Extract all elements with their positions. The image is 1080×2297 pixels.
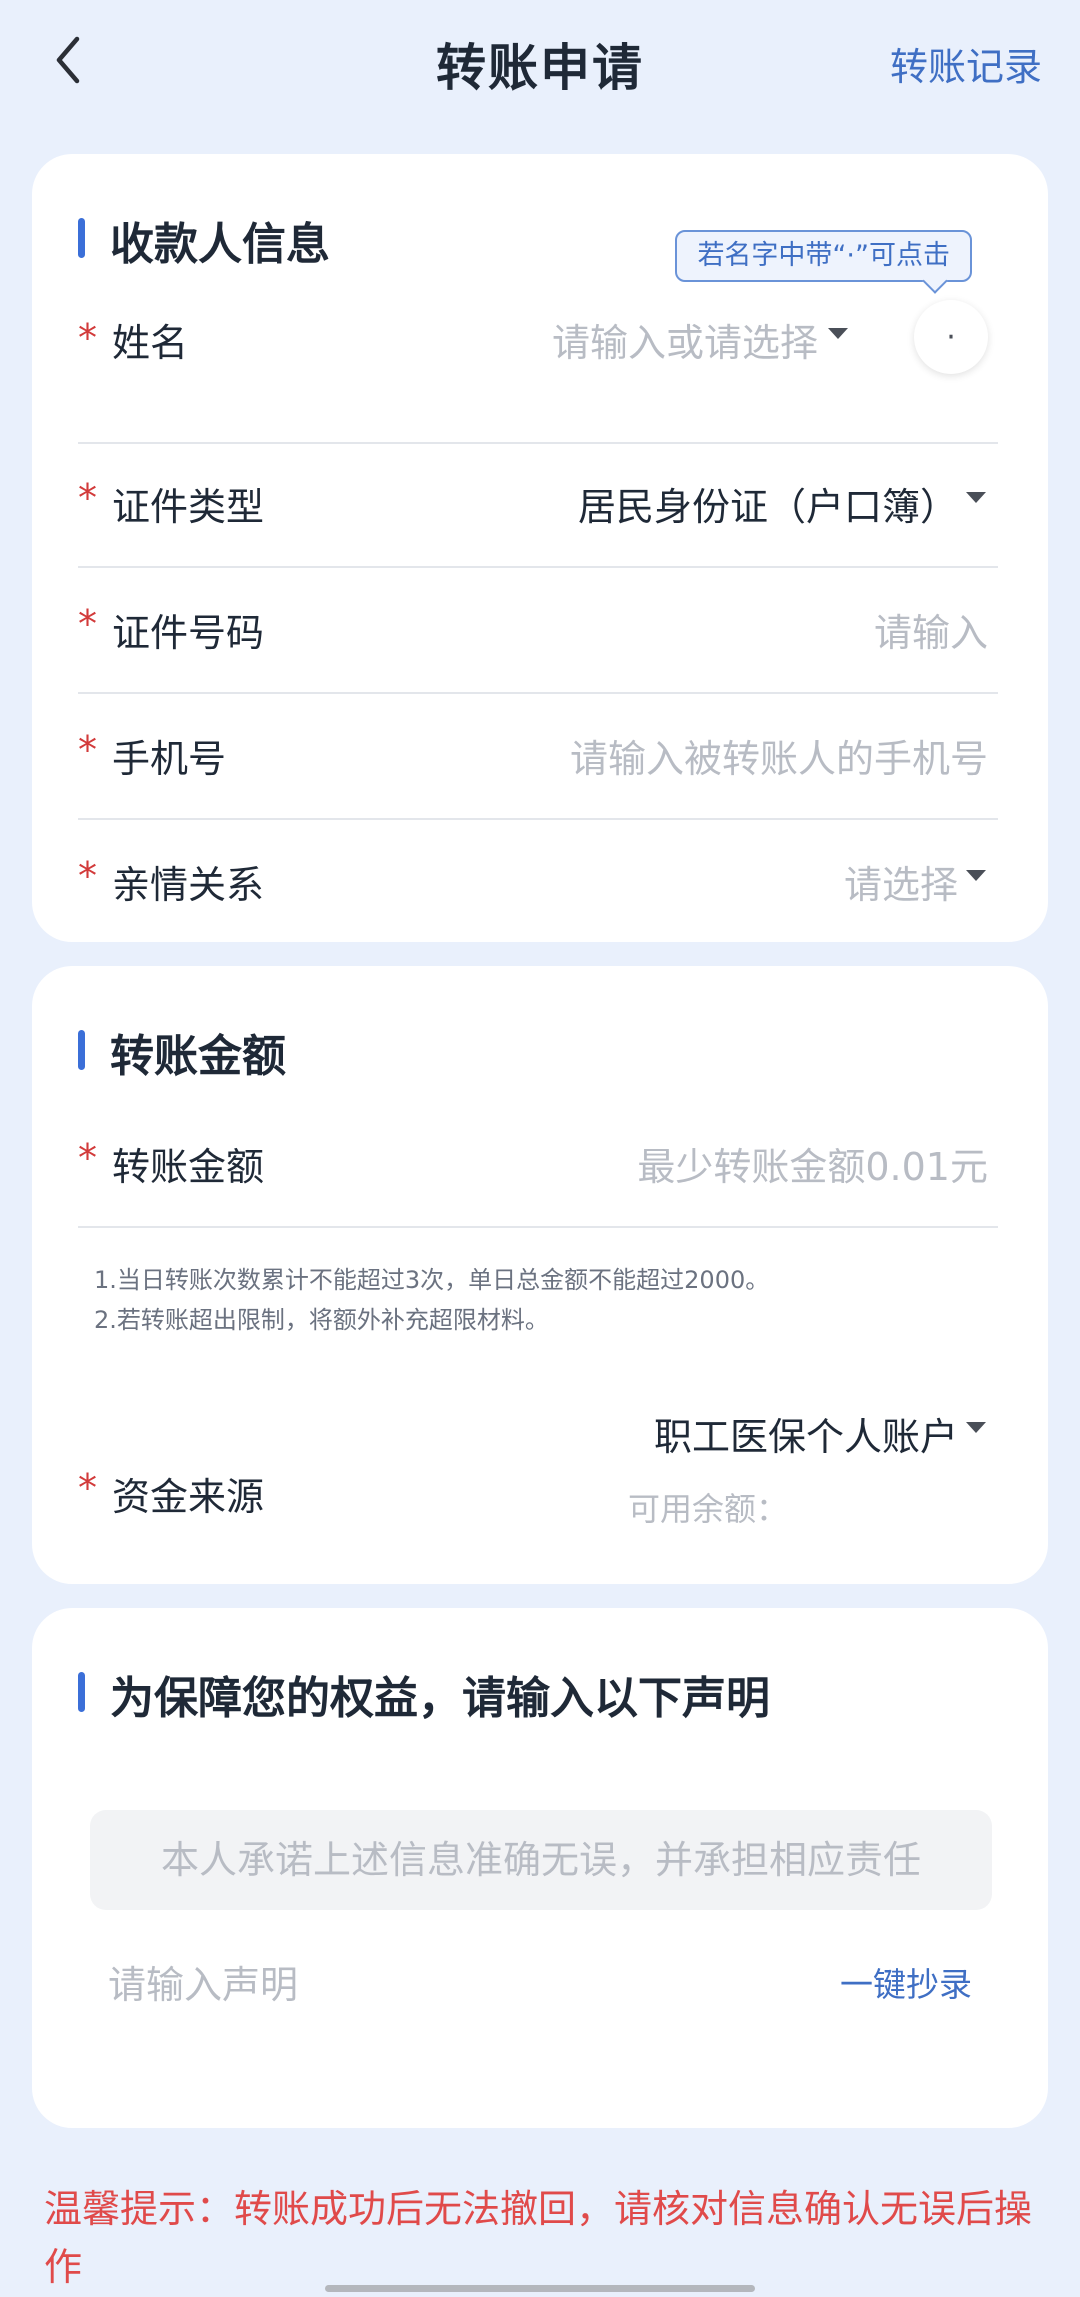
warm-tip: 温馨提示：转账成功后无法撤回，请核对信息确认无误后操作 — [44, 2187, 1033, 2289]
fund-source-select[interactable]: 职工医保个人账户 — [654, 1406, 958, 1461]
statement-card: 为保障您的权益，请输入以下声明 本人承诺上述信息准确无误，并承担相应责任 请输入… — [32, 1608, 1048, 2128]
fund-source-label: 资金来源 — [112, 1475, 265, 1519]
phone-input[interactable]: 请输入被转账人的手机号 — [570, 728, 988, 783]
id-number-field[interactable]: * 证件号码 请输入 — [78, 568, 998, 694]
name-input[interactable]: 请输入或请选择 — [552, 312, 818, 367]
payee-info-card: 收款人信息 若名字中带“·”可点击 * 姓名 请输入或请选择 · * 证件类型 … — [32, 154, 1048, 942]
chevron-down-icon[interactable] — [966, 1422, 986, 1433]
limit-note-2: 2.若转账超出限制，将额外补充超限材料。 — [94, 1306, 549, 1334]
phone-label: 手机号 — [112, 737, 227, 781]
statement-section-title: 为保障您的权益，请输入以下声明 — [78, 1662, 770, 1726]
transfer-records-link[interactable]: 转账记录 — [890, 36, 1042, 91]
amount-label: 转账金额 — [112, 1145, 265, 1189]
nav-bar: 转账申请 转账记录 — [0, 0, 1080, 120]
id-number-input[interactable]: 请输入 — [874, 602, 988, 657]
statement-input[interactable]: 请输入声明 — [108, 1954, 298, 2009]
amount-field[interactable]: * 转账金额 最少转账金额0.01元 — [78, 1102, 998, 1228]
one-click-copy-button[interactable]: 一键抄录 — [840, 1958, 972, 2006]
name-dot-tip: 若名字中带“·”可点击 — [675, 230, 972, 282]
name-field[interactable]: * 姓名 请输入或请选择 · — [78, 300, 998, 444]
home-indicator[interactable] — [325, 2285, 755, 2292]
limit-note-1: 1.当日转账次数累计不能超过3次，单日总金额不能超过2000。 — [94, 1266, 770, 1294]
relationship-label: 亲情关系 — [112, 863, 265, 907]
payee-section-title: 收款人信息 — [78, 208, 330, 272]
id-number-label: 证件号码 — [112, 611, 265, 655]
chevron-down-icon[interactable] — [966, 870, 986, 881]
phone-field[interactable]: * 手机号 请输入被转账人的手机号 — [78, 694, 998, 820]
available-balance: 可用余额： — [627, 1490, 788, 1528]
amount-section-title: 转账金额 — [78, 1020, 286, 1084]
relationship-select[interactable]: 请选择 — [844, 854, 958, 909]
transfer-limit-notes: 1.当日转账次数累计不能超过3次，单日总金额不能超过2000。 2.若转账超出限… — [94, 1260, 769, 1340]
id-type-field[interactable]: * 证件类型 居民身份证（户口簿） — [78, 442, 998, 568]
chevron-down-icon[interactable] — [828, 328, 848, 339]
relationship-field[interactable]: * 亲情关系 请选择 — [78, 820, 998, 946]
id-type-select[interactable]: 居民身份证（户口簿） — [578, 476, 958, 531]
statement-template: 本人承诺上述信息准确无误，并承担相应责任 — [90, 1810, 992, 1910]
amount-input[interactable]: 最少转账金额0.01元 — [637, 1136, 988, 1191]
amount-card: 转账金额 * 转账金额 最少转账金额0.01元 1.当日转账次数累计不能超过3次… — [32, 966, 1048, 1584]
divider — [78, 1226, 998, 1228]
name-label: 姓名 — [112, 321, 189, 365]
fund-source-field[interactable]: * 资金来源 职工医保个人账户 — [78, 1406, 998, 1556]
chevron-down-icon[interactable] — [966, 492, 986, 503]
middle-dot-button[interactable]: · — [914, 300, 988, 374]
id-type-label: 证件类型 — [112, 485, 265, 529]
